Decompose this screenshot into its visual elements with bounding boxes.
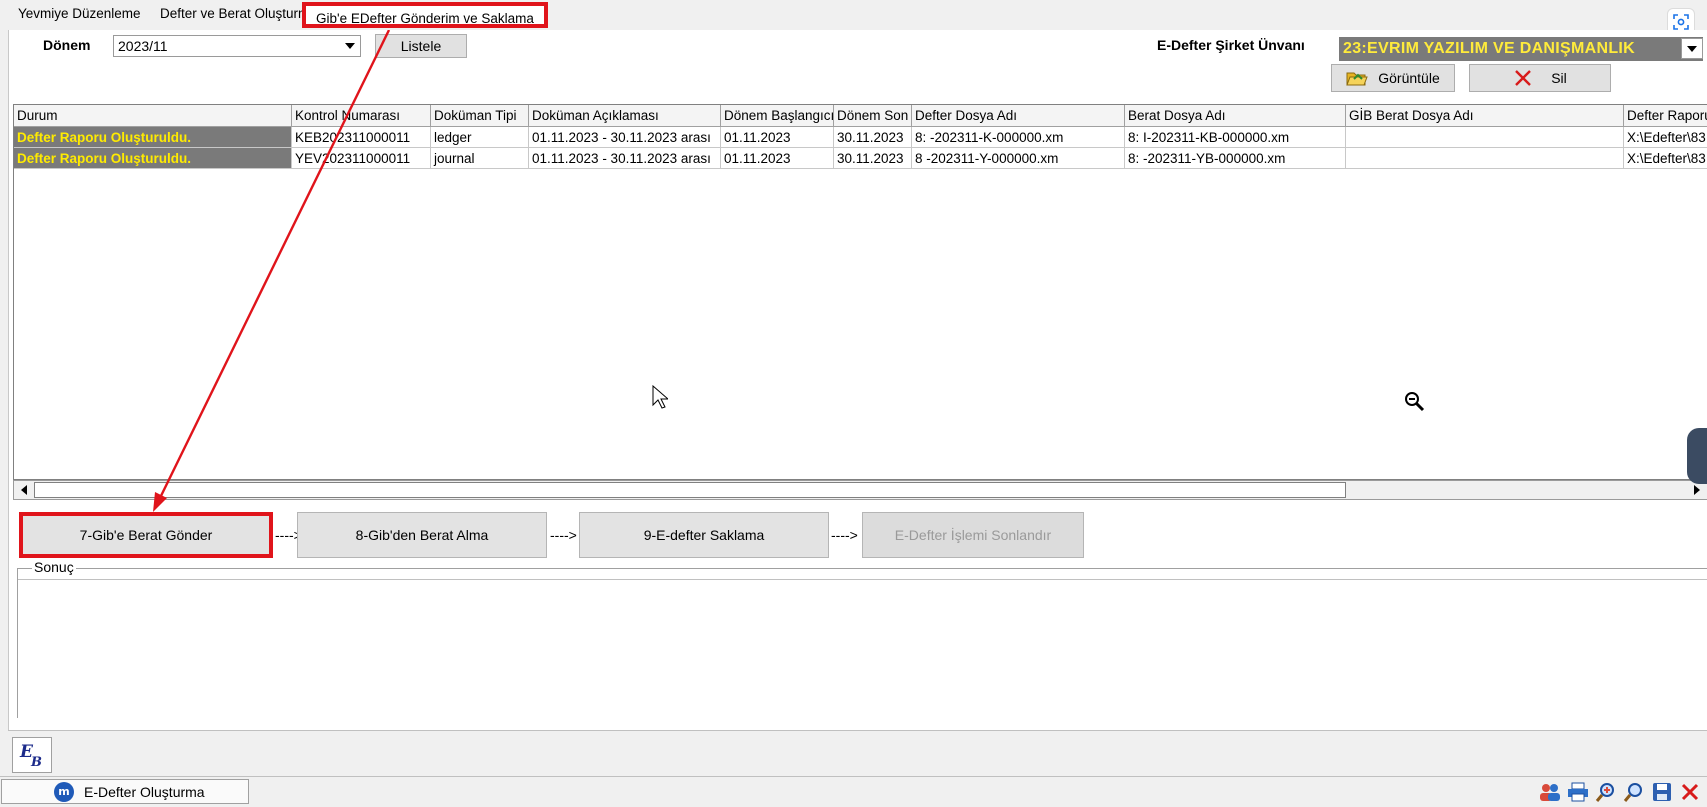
taskbar-window-label: E-Defter Oluşturma bbox=[84, 783, 205, 800]
svg-text:B: B bbox=[30, 755, 42, 769]
tab-gib-gonderim-saklama[interactable]: Gib'e EDefter Gönderim ve Saklama bbox=[302, 2, 548, 28]
tab-yevmiye-duzenleme[interactable]: Yevmiye Düzenleme bbox=[18, 6, 141, 21]
delete-button-label: Sil bbox=[1551, 70, 1567, 86]
cell-berat-file: 8: -202311-YB-000000.xm bbox=[1125, 148, 1346, 169]
view-button[interactable]: Görüntüle bbox=[1331, 64, 1455, 92]
step-connector: ----> bbox=[550, 527, 577, 543]
cell-end: 30.11.2023 bbox=[834, 127, 912, 148]
cell-doc-desc: 01.11.2023 - 30.11.2023 arası bbox=[529, 148, 721, 169]
cell-ledger-file: 8: -202311-K-000000.xm bbox=[912, 127, 1125, 148]
save-icon[interactable] bbox=[1650, 780, 1674, 804]
cell-report: X:\Edefter\83 bbox=[1624, 127, 1707, 148]
result-label: Sonuç bbox=[32, 559, 76, 575]
step-connector: ----> bbox=[831, 527, 858, 543]
users-icon[interactable] bbox=[1538, 780, 1562, 804]
folder-open-icon bbox=[1346, 69, 1368, 87]
cell-start: 01.11.2023 bbox=[721, 127, 834, 148]
header-berat-dosya-adi[interactable]: Berat Dosya Adı bbox=[1125, 105, 1346, 126]
company-value: 23:EVRIM YAZILIM VE DANIŞMANLIK bbox=[1343, 40, 1636, 57]
header-donem-baslangici[interactable]: Dönem Başlangıcı bbox=[721, 105, 834, 126]
edefter-store-button[interactable]: 9-E-defter Saklama bbox=[579, 512, 829, 558]
company-label: E-Defter Şirket Ünvanı bbox=[1157, 37, 1305, 53]
header-gib-berat-dosya-adi[interactable]: GİB Berat Dosya Adı bbox=[1346, 105, 1624, 126]
view-button-label: Görüntüle bbox=[1378, 70, 1440, 86]
result-group: Sonuç bbox=[17, 559, 1707, 718]
result-textarea[interactable] bbox=[18, 579, 1707, 718]
print-icon[interactable] bbox=[1566, 780, 1590, 804]
main-panel: Dönem 2023/11 Listele E-Defter Şirket Ün… bbox=[8, 30, 1707, 730]
header-donem-son[interactable]: Dönem Son bbox=[834, 105, 912, 126]
cell-gib-berat-file bbox=[1346, 148, 1624, 169]
cell-doc-desc: 01.11.2023 - 30.11.2023 arası bbox=[529, 127, 721, 148]
header-defter-dosya-adi[interactable]: Defter Dosya Adı bbox=[912, 105, 1125, 126]
close-icon[interactable] bbox=[1678, 780, 1702, 804]
taskbar-window-button[interactable]: m E-Defter Oluşturma bbox=[1, 779, 249, 804]
annotation-arrow bbox=[153, 30, 391, 512]
cell-doc-type: journal bbox=[431, 148, 529, 169]
tab-defter-berat-olusturma[interactable]: Defter ve Berat Oluşturma bbox=[160, 6, 317, 21]
header-defter-raporu[interactable]: Defter Raporu bbox=[1624, 105, 1707, 126]
company-select[interactable]: 23:EVRIM YAZILIM VE DANIŞMANLIK bbox=[1339, 37, 1703, 61]
cell-report: X:\Edefter\83 bbox=[1624, 148, 1707, 169]
cell-start: 01.11.2023 bbox=[721, 148, 834, 169]
eb-logo-icon: EB bbox=[12, 737, 52, 773]
cell-end: 30.11.2023 bbox=[834, 148, 912, 169]
cell-doc-type: ledger bbox=[431, 127, 529, 148]
zoom-in-icon[interactable] bbox=[1594, 780, 1618, 804]
header-dokuman-tipi[interactable]: Doküman Tipi bbox=[431, 105, 529, 126]
bottom-toolbar: EB bbox=[8, 730, 1707, 775]
cell-berat-file: 8: I-202311-KB-000000.xm bbox=[1125, 127, 1346, 148]
delete-x-icon bbox=[1513, 68, 1533, 88]
delete-button[interactable]: Sil bbox=[1469, 64, 1611, 92]
app-icon: m bbox=[54, 781, 74, 802]
mouse-cursor-icon bbox=[652, 384, 670, 412]
finish-edefter-button: E-Defter İşlemi Sonlandır bbox=[862, 512, 1084, 558]
cell-gib-berat-file bbox=[1346, 127, 1624, 148]
tab-bar: Yevmiye Düzenleme Defter ve Berat Oluştu… bbox=[8, 0, 1707, 36]
zoom-out-icon bbox=[1404, 391, 1426, 416]
search-icon[interactable] bbox=[1622, 780, 1646, 804]
side-widget[interactable] bbox=[1687, 428, 1707, 484]
cell-ledger-file: 8 -202311-Y-000000.xm bbox=[912, 148, 1125, 169]
taskbar: m E-Defter Oluşturma bbox=[0, 776, 1707, 807]
header-dokuman-aciklamasi[interactable]: Doküman Açıklaması bbox=[529, 105, 721, 126]
dropdown-arrow-icon[interactable] bbox=[1681, 38, 1703, 59]
